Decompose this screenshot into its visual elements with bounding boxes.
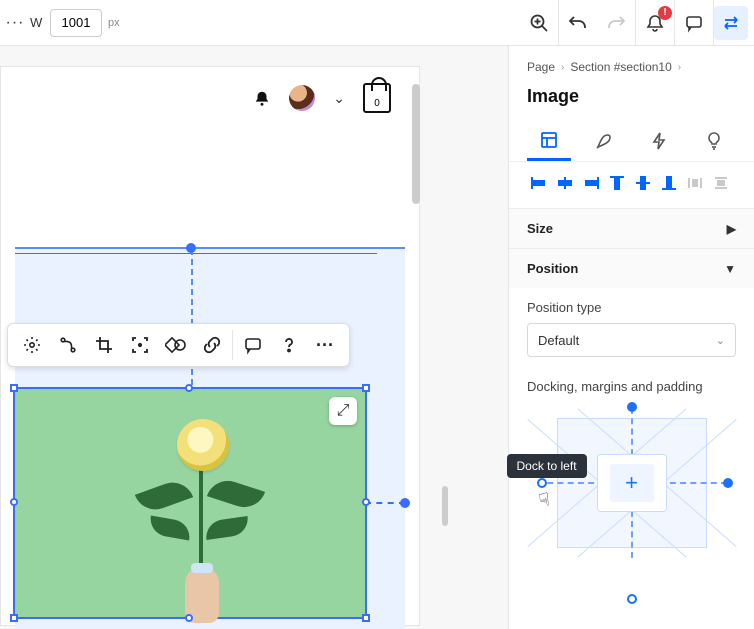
focal-point-icon[interactable] xyxy=(122,327,158,363)
resize-handle-tm[interactable] xyxy=(185,384,193,392)
page-frame[interactable]: ⌄ 0 ··· xyxy=(0,66,420,626)
resize-handle-br[interactable] xyxy=(362,614,370,622)
top-toolbar: ··· W 1001 px ! xyxy=(0,0,754,46)
resize-handle-ml[interactable] xyxy=(10,498,18,506)
section-size-label: Size xyxy=(527,221,553,236)
breadcrumb-section[interactable]: Section #section10 xyxy=(570,60,671,74)
cart-icon[interactable]: 0 xyxy=(363,83,391,113)
chevron-right-icon: › xyxy=(561,62,564,73)
section-position[interactable]: Position ▼ xyxy=(509,249,754,288)
breadcrumb-page[interactable]: Page xyxy=(527,60,555,74)
guide-right xyxy=(365,502,405,504)
dock-add-button[interactable]: + xyxy=(610,464,654,502)
align-middle-icon[interactable] xyxy=(631,172,655,194)
image-content xyxy=(15,389,365,617)
more-actions-icon[interactable]: ··· xyxy=(307,327,343,363)
docking-label: Docking, margins and padding xyxy=(527,379,736,394)
expand-arrow-icon: ▼ xyxy=(724,262,736,276)
width-label: W xyxy=(30,15,50,30)
distribute-h-icon[interactable] xyxy=(683,172,707,194)
docking-control: + Dock to left ☟ xyxy=(537,408,727,558)
cursor-icon: ☟ xyxy=(537,489,551,512)
section-top-edge xyxy=(15,247,405,249)
animation-icon[interactable] xyxy=(50,327,86,363)
resize-handle-mr[interactable] xyxy=(362,498,370,506)
breadcrumb: Page › Section #section10 › xyxy=(509,46,754,82)
resize-handle-bl[interactable] xyxy=(10,614,18,622)
crop-icon[interactable] xyxy=(86,327,122,363)
redo-icon[interactable] xyxy=(597,0,635,46)
help-icon[interactable] xyxy=(271,327,307,363)
align-right-icon[interactable] xyxy=(579,172,603,194)
tab-design-icon[interactable] xyxy=(582,121,626,161)
dock-anchor-top[interactable] xyxy=(186,243,196,253)
comments-icon[interactable] xyxy=(675,0,713,46)
site-bell-icon[interactable] xyxy=(253,89,271,107)
distribute-v-icon[interactable] xyxy=(709,172,733,194)
chevron-down-icon: ⌄ xyxy=(716,334,725,347)
inspector-panel: Page › Section #section10 › Image Size ▶… xyxy=(508,46,754,629)
section-underline xyxy=(15,253,377,254)
link-icon[interactable] xyxy=(194,327,230,363)
undo-icon[interactable] xyxy=(559,0,597,46)
account-chevron-icon[interactable]: ⌄ xyxy=(333,90,345,107)
cart-count: 0 xyxy=(374,98,380,109)
chevron-right-icon: › xyxy=(678,62,681,73)
more-menu-icon[interactable]: ··· xyxy=(0,14,30,32)
width-input[interactable]: 1001 xyxy=(50,9,102,37)
position-type-select[interactable]: Default ⌄ xyxy=(527,323,736,357)
inspector-tabs xyxy=(509,121,754,162)
expand-icon[interactable]: ⤢ xyxy=(329,397,357,425)
alignment-row xyxy=(509,162,754,208)
dock-top-handle[interactable] xyxy=(627,402,637,412)
position-type-label: Position type xyxy=(527,300,736,315)
site-header: ⌄ 0 xyxy=(253,83,391,113)
section-position-label: Position xyxy=(527,261,578,276)
align-bottom-icon[interactable] xyxy=(657,172,681,194)
canvas-scrollbar-2[interactable] xyxy=(442,486,448,526)
handoff-icon[interactable] xyxy=(714,6,748,40)
site-avatar[interactable] xyxy=(289,85,315,111)
collapse-arrow-icon: ▶ xyxy=(727,222,736,236)
align-center-h-icon[interactable] xyxy=(553,172,577,194)
dock-left-handle[interactable] xyxy=(537,478,547,488)
zoom-icon[interactable] xyxy=(520,0,558,46)
tab-interactions-icon[interactable] xyxy=(637,121,681,161)
alert-badge: ! xyxy=(658,6,672,20)
dock-right-handle[interactable] xyxy=(723,478,733,488)
inspector-title: Image xyxy=(509,82,754,121)
align-left-icon[interactable] xyxy=(527,172,551,194)
dock-bottom-handle[interactable] xyxy=(627,594,637,604)
element-action-toolbar: ··· xyxy=(7,323,350,367)
section-size[interactable]: Size ▶ xyxy=(509,209,754,248)
resize-handle-tr[interactable] xyxy=(362,384,370,392)
selected-image[interactable]: ⤢ xyxy=(13,387,367,619)
canvas[interactable]: ⌄ 0 ··· xyxy=(0,46,508,629)
dock-anchor-right[interactable] xyxy=(400,498,410,508)
align-top-icon[interactable] xyxy=(605,172,629,194)
canvas-scrollbar[interactable] xyxy=(412,84,420,204)
position-type-value: Default xyxy=(538,333,579,348)
guide-vertical xyxy=(191,249,193,395)
comment-icon[interactable] xyxy=(235,327,271,363)
tab-ideas-icon[interactable] xyxy=(692,121,736,161)
resize-handle-bm[interactable] xyxy=(185,614,193,622)
tab-layout-icon[interactable] xyxy=(527,121,571,161)
notifications-icon[interactable]: ! xyxy=(636,0,674,46)
width-unit: px xyxy=(108,17,120,29)
dock-tooltip: Dock to left xyxy=(507,454,587,478)
resize-handle-tl[interactable] xyxy=(10,384,18,392)
mask-icon[interactable] xyxy=(158,327,194,363)
settings-icon[interactable] xyxy=(14,327,50,363)
